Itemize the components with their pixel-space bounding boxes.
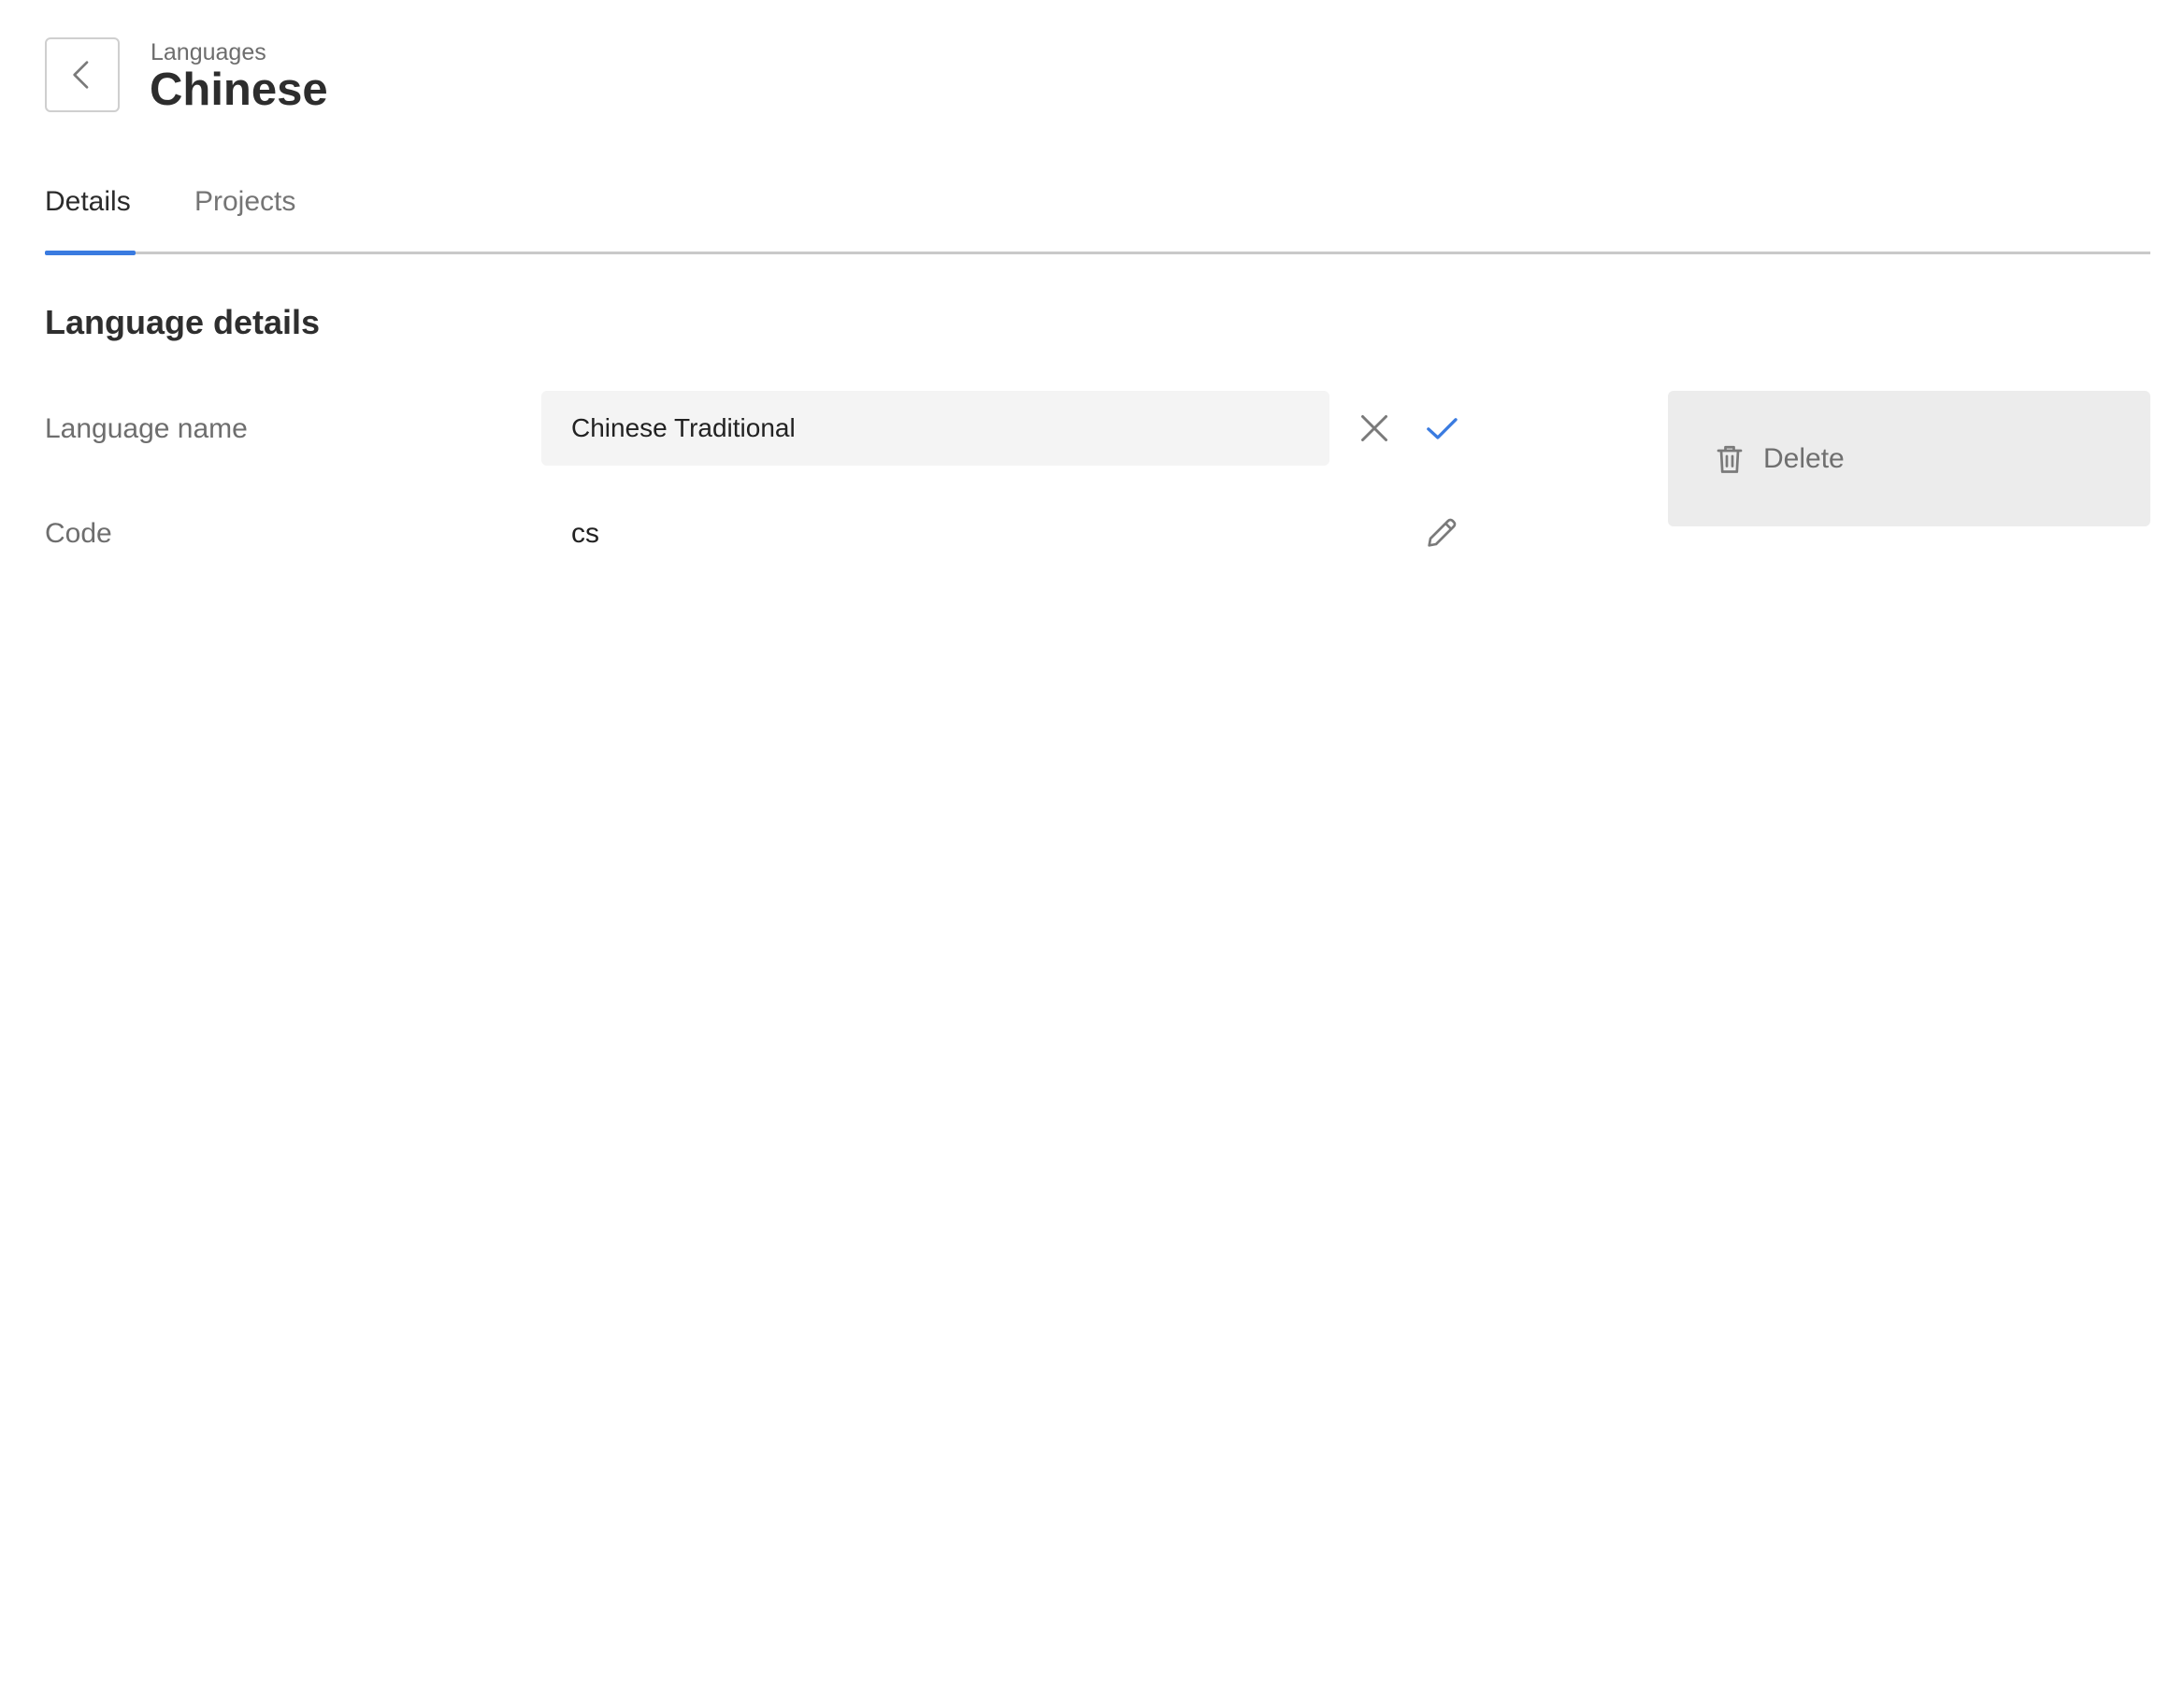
back-button[interactable] (45, 37, 120, 112)
tab-projects[interactable]: Projects (194, 183, 295, 254)
pencil-icon (1428, 518, 1457, 547)
language-name-label: Language name (45, 413, 248, 444)
edit-code-button[interactable] (1419, 511, 1464, 555)
chevron-left-icon (73, 61, 89, 89)
cancel-edit-button[interactable] (1352, 406, 1397, 451)
delete-label: Delete (1763, 442, 1845, 474)
delete-button[interactable]: Delete (1668, 391, 2150, 526)
check-icon (1427, 418, 1458, 439)
active-tab-indicator (45, 251, 136, 255)
close-icon (1361, 415, 1387, 441)
code-label: Code (45, 518, 112, 549)
tab-details[interactable]: Details (45, 183, 131, 254)
language-name-input[interactable] (541, 391, 1329, 466)
code-value: cs (571, 518, 599, 549)
tab-bar: Details Projects (45, 183, 2150, 255)
confirm-edit-button[interactable] (1419, 406, 1464, 451)
page-title: Chinese (150, 65, 328, 115)
trash-icon (1717, 445, 1743, 473)
section-title: Language details (45, 303, 321, 341)
